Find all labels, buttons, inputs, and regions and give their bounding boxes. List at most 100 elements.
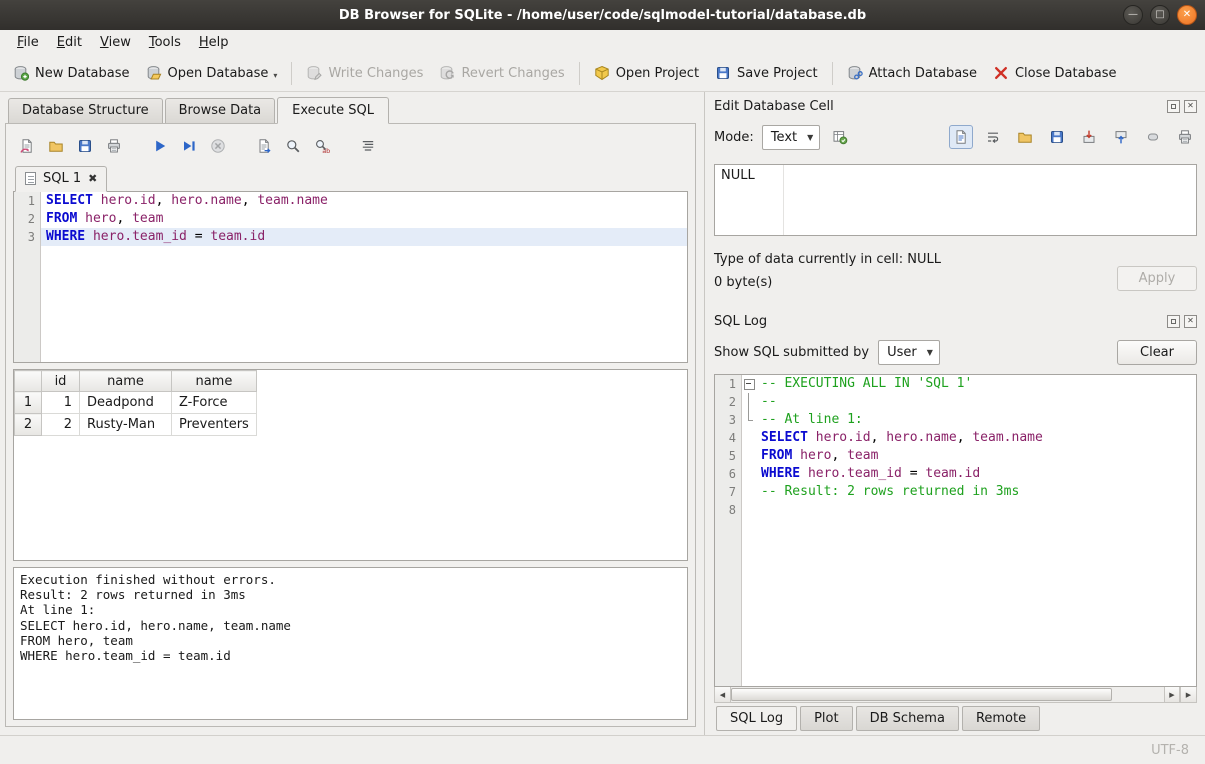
menu-file[interactable]: File <box>8 32 48 53</box>
word-wrap-button[interactable] <box>981 125 1005 149</box>
column-header[interactable]: name <box>172 371 257 392</box>
result-cell[interactable]: Rusty-Man <box>80 414 172 436</box>
apply-button[interactable]: Apply <box>1117 266 1197 291</box>
dropdown-caret-icon[interactable]: ▾ <box>273 71 277 81</box>
row-header[interactable]: 2 <box>15 414 42 436</box>
titlebar[interactable]: DB Browser for SQLite - /home/user/code/… <box>0 0 1205 30</box>
row-header[interactable]: 1 <box>15 392 42 414</box>
maximize-button[interactable]: □ <box>1150 5 1170 25</box>
float-panel-icon[interactable] <box>1167 315 1180 328</box>
scroll-right-icon[interactable]: ▶ <box>1164 687 1180 702</box>
statusbar: UTF-8 <box>0 735 1205 764</box>
horizontal-scrollbar[interactable]: ◀ ▶ ▶ <box>714 687 1197 703</box>
apply-type-button[interactable] <box>828 125 852 149</box>
import-data-button[interactable] <box>1077 125 1101 149</box>
dock-tab-remote[interactable]: Remote <box>962 706 1040 731</box>
sql-log-view[interactable]: 1-- EXECUTING ALL IN 'SQL 1'2--3-- At li… <box>714 374 1197 687</box>
line-number: 5 <box>715 447 742 465</box>
column-header[interactable]: id <box>42 371 80 392</box>
fold-start-icon[interactable] <box>742 375 756 393</box>
close-panel-icon[interactable]: ✕ <box>1184 315 1197 328</box>
menu-edit[interactable]: Edit <box>48 32 91 53</box>
auto-format-button[interactable] <box>355 133 381 159</box>
toolbar-close-database[interactable]: Close Database <box>985 60 1125 86</box>
find-button[interactable] <box>280 133 306 159</box>
cell-editor[interactable]: NULL <box>714 164 1197 236</box>
scroll-corner: ▶ <box>1180 687 1196 702</box>
code-line: 1SELECT hero.id, hero.name, team.name <box>14 192 687 210</box>
open-sql-file-button[interactable] <box>43 133 69 159</box>
execution-message: Execution finished without errors.Result… <box>13 567 688 720</box>
sql-editor-tab[interactable]: SQL 1 ✖ <box>15 166 107 192</box>
menu-tools[interactable]: Tools <box>140 32 190 53</box>
code-text[interactable]: FROM hero, team <box>41 210 687 228</box>
result-cell[interactable]: 1 <box>42 392 80 414</box>
sql-editor[interactable]: 1SELECT hero.id, hero.name, team.name2FR… <box>13 191 688 363</box>
float-panel-icon[interactable] <box>1167 100 1180 113</box>
execute-all-button[interactable] <box>147 133 173 159</box>
toolbar-new-database[interactable]: New Database <box>5 60 138 86</box>
find-icon <box>285 138 301 154</box>
print-cell-button[interactable] <box>1173 125 1197 149</box>
mode-select[interactable]: Text ▼ <box>762 125 820 150</box>
code-text[interactable]: -- At line 1: <box>756 411 1196 429</box>
print-sql-button[interactable] <box>101 133 127 159</box>
export-data-button[interactable] <box>1109 125 1133 149</box>
result-cell[interactable]: Preventers <box>172 414 257 436</box>
window-title: DB Browser for SQLite - /home/user/code/… <box>0 8 1205 23</box>
code-text[interactable]: -- <box>756 393 1196 411</box>
panel-window-buttons: ✕ <box>1167 100 1197 113</box>
result-cell[interactable]: 2 <box>42 414 80 436</box>
results-table: idnamename11DeadpondZ-Force22Rusty-ManPr… <box>13 369 688 561</box>
execute-current-button[interactable] <box>176 133 202 159</box>
close-tab-icon[interactable]: ✖ <box>88 172 97 185</box>
line-number: 1 <box>14 192 41 210</box>
stop-execution-icon <box>210 138 226 154</box>
column-header[interactable]: name <box>80 371 172 392</box>
editor-filler <box>715 519 1196 686</box>
tab-browse-data[interactable]: Browse Data <box>165 98 276 124</box>
save-file-button[interactable] <box>1045 125 1069 149</box>
code-text[interactable]: FROM hero, team <box>756 447 1196 465</box>
code-text[interactable]: SELECT hero.id, hero.name, team.name <box>41 192 687 210</box>
new-sql-tab-button[interactable] <box>14 133 40 159</box>
code-text[interactable]: WHERE hero.team_id = team.id <box>756 465 1196 483</box>
toolbar-save-project[interactable]: Save Project <box>707 60 826 86</box>
export-csv-button[interactable] <box>251 133 277 159</box>
menu-view[interactable]: View <box>91 32 140 53</box>
result-cell[interactable]: Deadpond <box>80 392 172 414</box>
toolbar-attach-database[interactable]: Attach Database <box>839 60 985 86</box>
close-button[interactable]: ✕ <box>1177 5 1197 25</box>
find-replace-button[interactable]: ab <box>309 133 335 159</box>
dock-tab-db-schema[interactable]: DB Schema <box>856 706 959 731</box>
open-file-button[interactable] <box>1013 125 1037 149</box>
set-null-button[interactable] <box>1141 125 1165 149</box>
tab-database-structure[interactable]: Database Structure <box>8 98 163 124</box>
document-view-icon <box>953 129 969 145</box>
toolbar-open-database[interactable]: Open Database▾ <box>138 60 286 86</box>
dock-tab-sql-log[interactable]: SQL Log <box>716 706 797 731</box>
document-view-button[interactable] <box>949 125 973 149</box>
code-text[interactable]: -- Result: 2 rows returned in 3ms <box>756 483 1196 501</box>
code-text[interactable]: WHERE hero.team_id = team.id <box>41 228 687 246</box>
dock-tab-plot[interactable]: Plot <box>800 706 853 731</box>
result-cell[interactable]: Z-Force <box>172 392 257 414</box>
save-sql-file-button[interactable] <box>72 133 98 159</box>
filter-label: Show SQL submitted by <box>714 345 869 360</box>
toolbar-open-project[interactable]: Open Project <box>586 60 707 86</box>
main-toolbar: New DatabaseOpen Database▾Write ChangesR… <box>0 55 1205 92</box>
scroll-left-icon[interactable]: ◀ <box>715 687 731 702</box>
scrollbar-track[interactable] <box>731 687 1164 702</box>
close-panel-icon[interactable]: ✕ <box>1184 100 1197 113</box>
code-text[interactable] <box>756 501 1196 519</box>
code-line: 5 FROM hero, team <box>715 447 1196 465</box>
clear-log-button[interactable]: Clear <box>1117 340 1197 365</box>
sql-tab-label: SQL 1 <box>43 171 81 186</box>
code-text[interactable]: -- EXECUTING ALL IN 'SQL 1' <box>756 375 1196 393</box>
code-text[interactable]: SELECT hero.id, hero.name, team.name <box>756 429 1196 447</box>
scrollbar-thumb[interactable] <box>731 688 1112 701</box>
log-filter-select[interactable]: User ▼ <box>878 340 940 365</box>
tab-execute-sql[interactable]: Execute SQL <box>277 97 389 124</box>
minimize-button[interactable]: — <box>1123 5 1143 25</box>
menu-help[interactable]: Help <box>190 32 238 53</box>
